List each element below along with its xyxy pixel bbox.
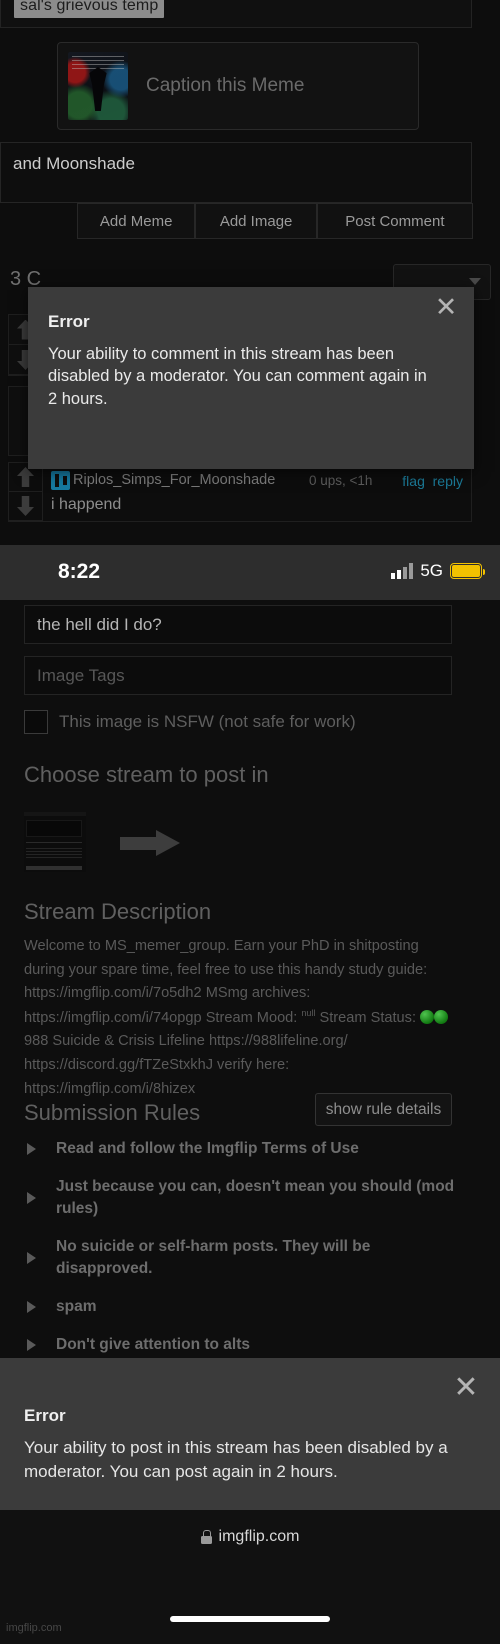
network-type-label: 5G [420,561,443,580]
comment-error-dialog: ✕ Error Your ability to comment in this … [28,287,474,469]
caption-this-meme-label: Caption this Meme [146,75,305,96]
status-bar-time: 8:22 [58,560,101,583]
downvote-button[interactable] [9,492,43,521]
error-dialog-message: Your ability to comment in this stream h… [48,345,427,408]
rule-item[interactable]: Just because you can, doesn't mean you s… [24,1176,464,1219]
green-circle-icon [434,1009,449,1024]
url-display[interactable]: imgflip.com [0,1528,500,1546]
triangle-right-icon [27,1191,36,1204]
add-meme-button[interactable]: Add Meme [77,203,196,239]
triangle-right-icon [27,1338,36,1351]
close-icon[interactable]: ✕ [452,1373,480,1403]
triangle-right-icon [27,1142,36,1155]
stream-description-heading: Stream Description [24,899,212,924]
stream-description-text: Welcome to MS_memer_group. Earn your PhD… [24,935,456,1101]
image-tags-input[interactable]: Image Tags [24,656,452,695]
arrow-up-icon [17,467,34,487]
lock-icon [200,1530,212,1544]
chevron-down-icon [469,278,481,285]
error-dialog-title: Error [48,312,90,331]
arrow-down-icon [17,496,34,516]
page-root: sal's grievous temp Caption this Meme an… [0,0,500,1644]
comment-textarea[interactable]: and Moonshade [0,142,472,203]
rule-item[interactable]: Read and follow the Imgflip Terms of Use [24,1138,464,1159]
comment-meta: 0 ups, <1h [309,473,373,488]
comment-username[interactable]: Riplos_Simps_For_Moonshade [73,472,275,488]
imgflip-watermark: imgflip.com [6,1622,62,1634]
post-comment-button[interactable]: Post Comment [316,203,473,239]
status-bar: 8:22 5G [0,545,500,600]
stream-description-part-3: 988 Suicide & Crisis Lifeline https://98… [24,1033,348,1097]
reply-link[interactable]: reply [433,473,463,489]
green-circle-icon [420,1009,435,1024]
stream-description-part-2: Stream Status: [315,1009,421,1026]
post-preview-thumbnail [24,812,86,872]
add-image-button[interactable]: Add Image [195,203,317,239]
comment-page-screenshot: sal's grievous temp Caption this Meme an… [0,0,500,545]
nsfw-checkbox[interactable] [24,710,48,734]
image-title-input[interactable]: the hell did I do? [24,605,452,644]
meme-thumbnail-image [68,52,128,120]
rule-item[interactable]: No suicide or self-harm posts. They will… [24,1236,464,1279]
nsfw-checkbox-row[interactable]: This image is NSFW (not safe for work) [24,710,356,734]
url-text: imgflip.com [218,1528,300,1545]
post-error-banner: ✕ Error Your ability to post in this str… [0,1358,500,1510]
comment-action-buttons: Add Meme Add Image Post Comment [77,203,473,239]
signal-bars-icon [391,563,414,579]
rule-label: Just because you can, doesn't mean you s… [56,1178,455,1217]
triangle-right-icon [27,1300,36,1313]
rule-item[interactable]: spam [24,1296,464,1317]
rule-label: spam [56,1297,97,1315]
home-indicator[interactable] [170,1616,330,1622]
show-rule-details-button[interactable]: show rule details [315,1093,452,1126]
flag-and-reply-links[interactable]: flag reply [402,473,463,489]
submission-rules-heading: Submission Rules [24,1100,201,1125]
comment-body: i happend [51,496,122,513]
rule-item[interactable]: Don't give attention to alts [24,1334,464,1355]
clipped-comment-text: sal's grievous temp [14,0,165,18]
stream-mood-value: null [301,1007,316,1018]
flag-link[interactable]: flag [402,473,425,489]
post-page-screenshot: 8:22 5G the hell did I do? Image Tags Th… [0,545,500,1644]
status-bar-indicators: 5G [391,559,485,583]
arrow-right-icon [120,830,182,856]
choose-stream-heading: Choose stream to post in [24,762,269,787]
caption-this-meme-attachment[interactable]: Caption this Meme [57,42,419,130]
rule-label: No suicide or self-harm posts. They will… [56,1238,371,1277]
avatar [51,471,70,490]
error-banner-message: Your ability to post in this stream has … [24,1438,448,1482]
browser-bottom-bar: imgflip.com [0,1510,500,1644]
triangle-right-icon [27,1251,36,1264]
rule-label: Read and follow the Imgflip Terms of Use [56,1140,359,1157]
vote-column [9,463,43,521]
submission-rules-list: Read and follow the Imgflip Terms of Use… [24,1138,464,1373]
error-banner-title: Error [24,1406,66,1425]
rule-label: Don't give attention to alts [56,1336,250,1354]
comment-row: Riplos_Simps_For_Moonshade 0 ups, <1h fl… [8,462,472,522]
close-icon[interactable]: ✕ [432,293,460,321]
battery-icon [450,563,485,579]
nsfw-label: This image is NSFW (not safe for work) [59,712,356,731]
